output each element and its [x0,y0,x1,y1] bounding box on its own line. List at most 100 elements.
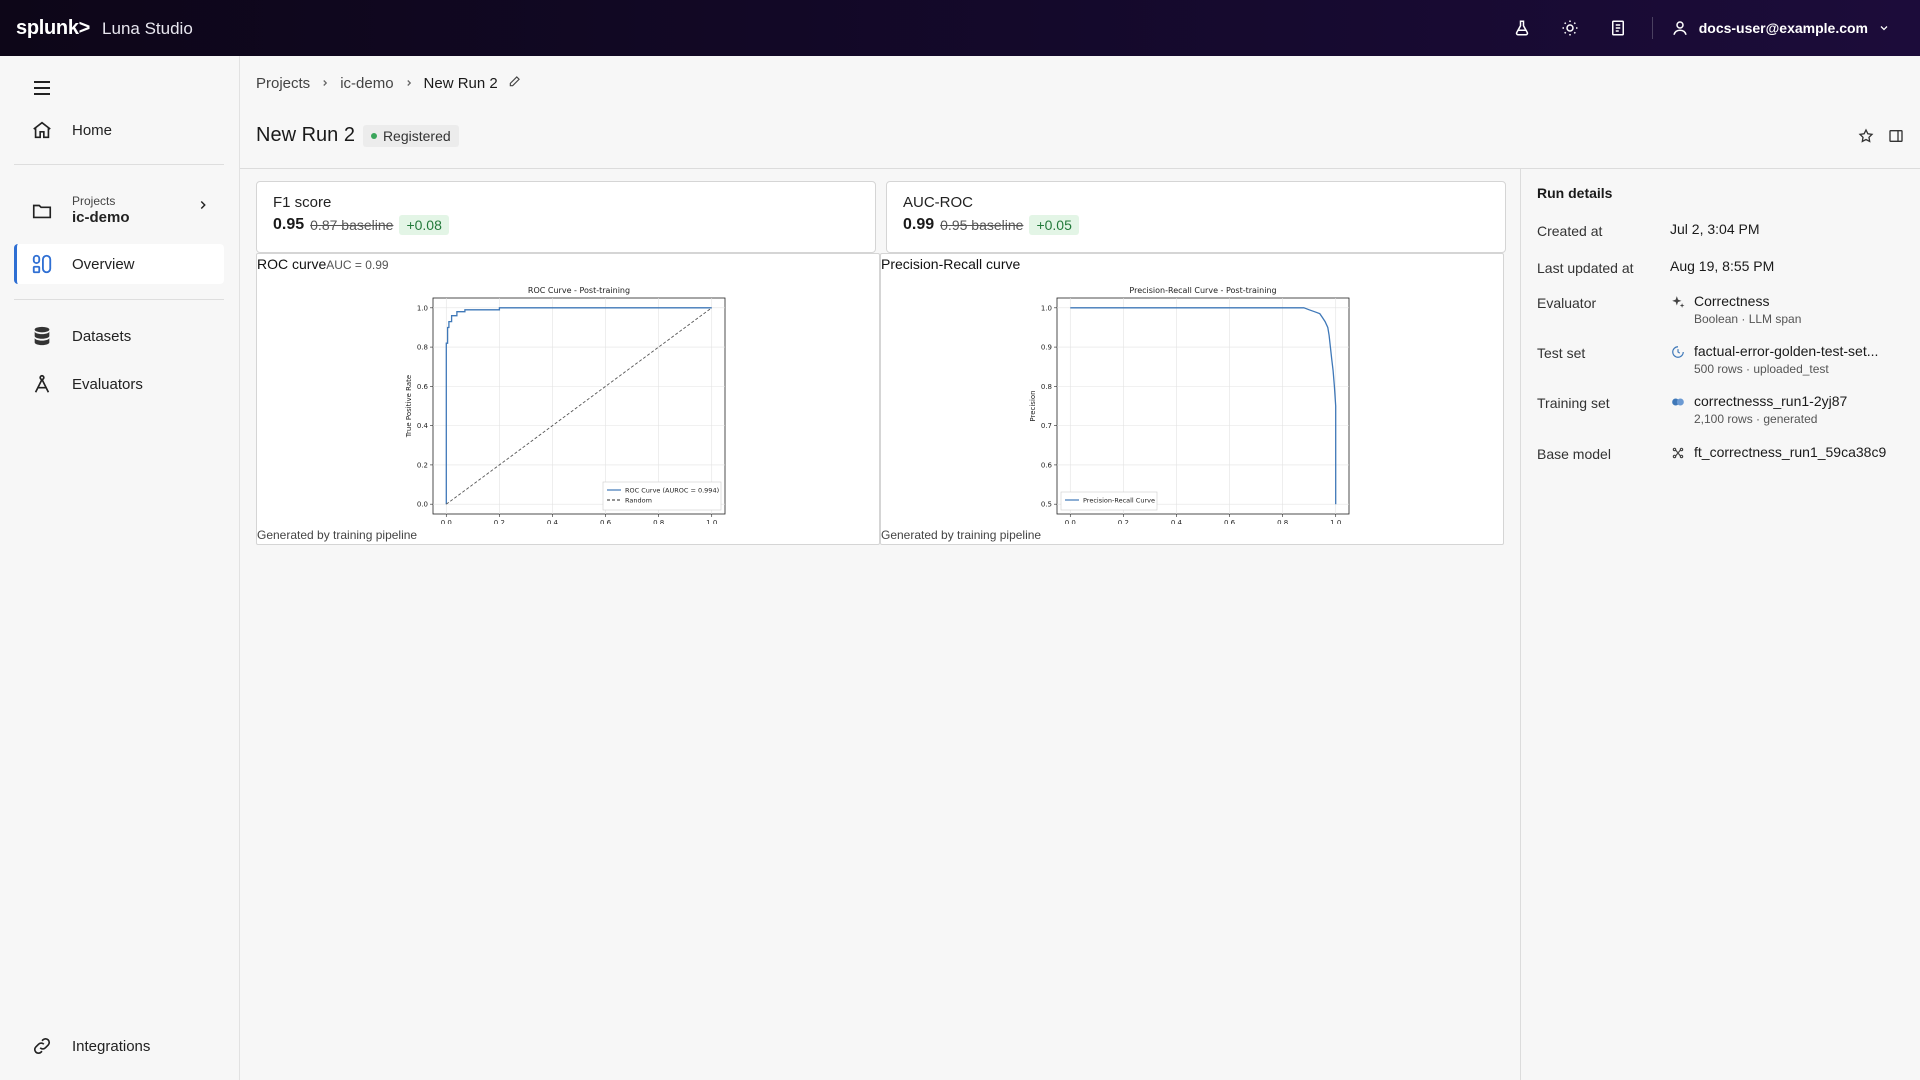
upload-icon [1670,343,1686,361]
database-icon [30,324,54,348]
x-tick-label: 0.6 [1224,519,1236,524]
overview-icon [30,252,54,276]
detail-label: Test set [1537,345,1586,361]
x-tick-label: 0.4 [1171,519,1183,524]
chart-heading: ROC curve [257,256,327,272]
evaluator-icon [30,372,54,396]
y-tick-label: 1.0 [1041,304,1052,312]
link-icon [30,1034,54,1058]
y-tick-label: 0.4 [417,422,429,430]
sparkle-icon [1670,293,1686,311]
user-menu[interactable]: docs-user@example.com [1663,19,1904,37]
roc-chart-card: ROC curve AUC = 0.99 ROC Curve - Post-tr… [256,253,880,545]
y-tick-label: 0.2 [417,461,428,469]
page-title: New Run 2 [256,124,355,146]
star-icon[interactable] [1858,128,1874,148]
detail-label: Training set [1537,395,1610,411]
sun-icon[interactable] [1546,0,1594,56]
y-tick-label: 0.6 [1041,461,1053,469]
brand[interactable]: splunk> Luna Studio [16,17,193,40]
chart-heading: Precision-Recall curve [881,256,1021,272]
evaluator-link[interactable]: Correctness [1694,293,1801,309]
detail-evaluator: Evaluator Correctness Boolean · LLM span [1537,293,1907,326]
test-set-link[interactable]: factual-error-golden-test-set... [1694,343,1878,359]
detail-created: Created at Jul 2, 3:04 PM [1537,221,1907,239]
sidebar-item-datasets[interactable]: Datasets [14,316,224,356]
breadcrumb: Projects ic-demo New Run 2 [256,74,522,92]
detail-test-set: Test set factual-error-golden-test-set..… [1537,343,1907,376]
breadcrumb-projects[interactable]: Projects [256,75,310,92]
x-tick-label: 0.0 [441,519,452,524]
breadcrumb-current: New Run 2 [423,74,498,92]
folder-icon [30,199,54,223]
y-axis-label: Precision [1029,390,1037,421]
content-area: F1 score 0.95 0.87 baseline +0.08 AUC-RO… [240,169,1520,1080]
legend-label: Precision-Recall Curve [1083,497,1155,505]
sidebar: Home Projects ic-demo Overview Datasets … [0,56,240,1080]
legend-label: Random [625,497,652,505]
metric-title: F1 score [273,194,332,211]
metric-card-f1: F1 score 0.95 0.87 baseline +0.08 [256,181,876,253]
detail-training-set: Training set correctnesss_run1-2yj87 2,1… [1537,393,1907,426]
metric-card-auc: AUC-ROC 0.99 0.95 baseline +0.05 [886,181,1506,253]
breadcrumb-project[interactable]: ic-demo [340,75,393,92]
metric-value: 0.95 [273,216,305,233]
model-icon [1670,444,1686,462]
metric-baseline: 0.87 baseline [310,217,394,233]
detail-value: Jul 2, 3:04 PM [1670,221,1760,237]
top-bar: splunk> Luna Studio docs-user@example.co… [0,0,1920,56]
home-icon [30,118,54,142]
x-tick-label: 0.2 [494,519,505,524]
pr-chart: Precision-Recall Curve - Post-training 0.… [1029,286,1350,524]
chart-footer: Generated by training pipeline [257,528,418,542]
run-details-panel: Run details Created at Jul 2, 3:04 PM La… [1520,169,1920,1080]
status-label: Registered [382,127,451,144]
chart-title: Precision-Recall Curve - Post-training [1129,286,1276,295]
detail-label: Base model [1537,446,1611,462]
details-title: Run details [1537,185,1613,201]
legend-label: ROC Curve (AUROC = 0.994) [625,487,719,495]
sidebar-item-projects[interactable]: Projects ic-demo [14,186,224,236]
sidebar-item-overview[interactable]: Overview [14,244,224,284]
y-axis-label: True Positive Rate [405,375,413,438]
docs-icon[interactable] [1594,0,1642,56]
x-tick-label: 0.6 [600,519,612,524]
roc-chart: ROC Curve - Post-training 0.0 0.2 0.4 0.6 0.8… [405,286,726,524]
edit-icon[interactable] [508,74,522,92]
metric-value: 0.99 [903,216,935,233]
y-tick-label: 0.5 [1041,501,1052,509]
y-tick-label: 0.7 [1041,422,1052,430]
x-tick-label: 0.8 [1277,519,1288,524]
flask-icon[interactable] [1498,0,1546,56]
divider [1651,17,1653,39]
sidebar-item-home[interactable]: Home [14,110,224,150]
user-icon [1672,21,1687,35]
x-tick-label: 1.0 [706,519,717,524]
chevron-down-icon [1880,26,1888,31]
panel-toggle-icon[interactable] [1888,128,1904,148]
x-tick-label: 0.2 [1118,519,1129,524]
y-tick-label: 0.8 [417,344,428,352]
metric-delta: +0.08 [399,215,449,235]
detail-base-model: Base model ft_correctness_run1_59ca38c9 [1537,444,1907,462]
user-email: docs-user@example.com [1698,20,1868,36]
training-set-link[interactable]: correctnesss_run1-2yj87 [1694,393,1847,409]
menu-icon[interactable] [30,76,54,100]
status-dot [370,132,377,139]
title-row: New Run 2 Registered [256,124,459,147]
splunk-logo: splunk> [16,16,91,39]
chart-subheading: AUC = 0.99 [326,258,389,272]
sidebar-item-evaluators[interactable]: Evaluators [14,364,224,404]
detail-label: Created at [1537,223,1603,239]
y-tick-label: 0.8 [1041,383,1052,391]
metric-title: AUC-ROC [903,194,973,211]
y-tick-label: 1.0 [417,304,428,312]
detail-sub: Boolean · LLM span [1694,312,1802,326]
chart-title: ROC Curve - Post-training [528,286,630,295]
base-model-link[interactable]: ft_correctness_run1_59ca38c9 [1694,444,1886,462]
sidebar-item-integrations[interactable]: Integrations [14,1026,224,1066]
x-tick-label: 0.8 [653,519,664,524]
detail-value: Aug 19, 8:55 PM [1670,258,1775,274]
app-name: Luna Studio [102,18,193,38]
pr-chart-card: Precision-Recall curve Precision-Recall … [880,253,1504,545]
